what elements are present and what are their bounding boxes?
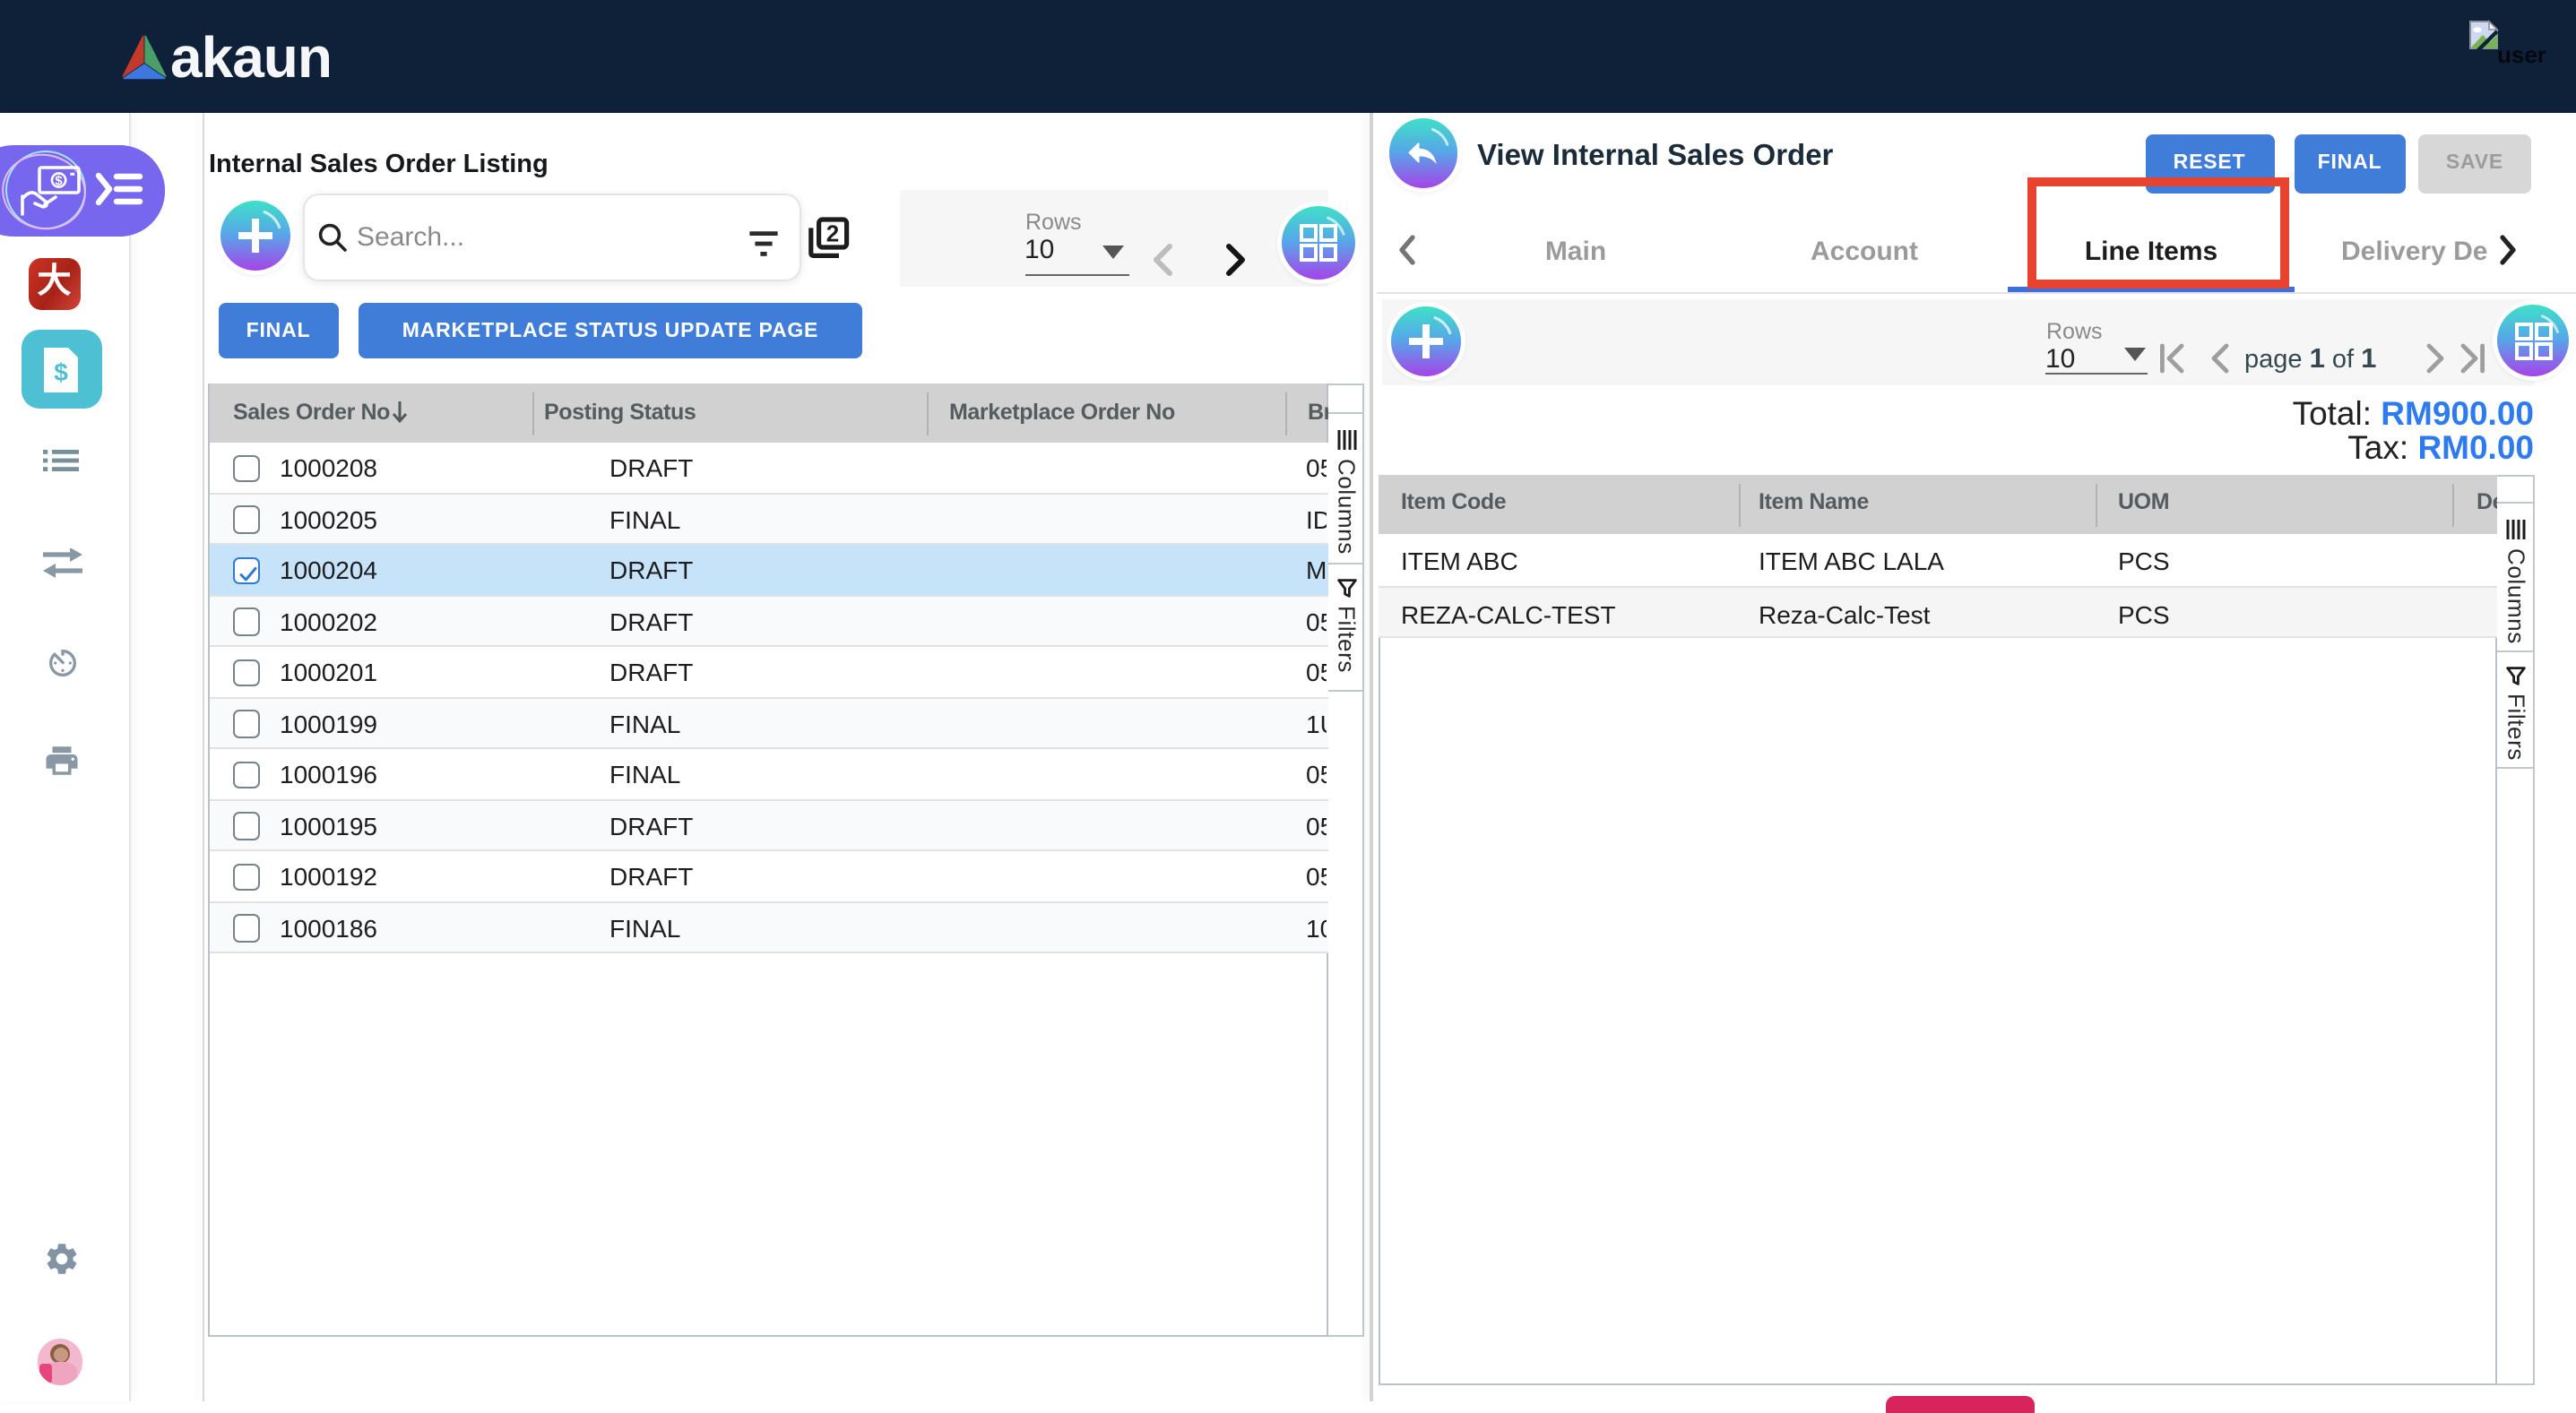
svg-text:$: $	[54, 358, 68, 385]
svg-text:2: 2	[826, 220, 839, 247]
svg-text:$: $	[55, 173, 63, 188]
